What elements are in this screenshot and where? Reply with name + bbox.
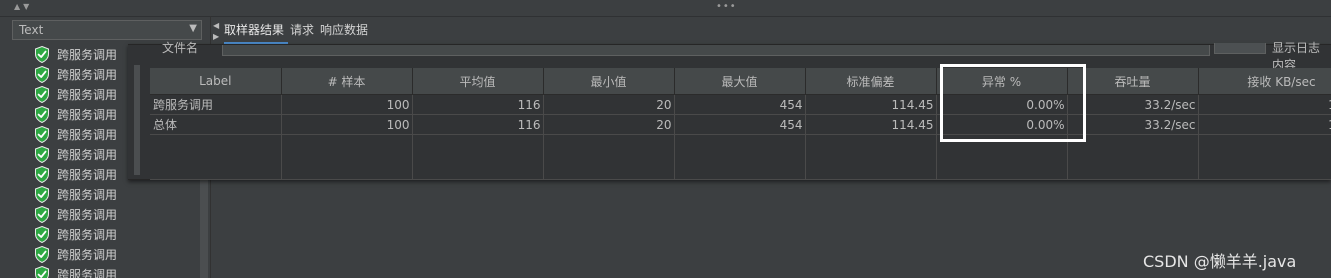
- column-header-label[interactable]: Label: [150, 68, 282, 95]
- tab-response-data[interactable]: 响应数据: [320, 19, 372, 42]
- shield-check-icon: [35, 65, 49, 83]
- tree-scrollbar[interactable]: [200, 176, 208, 278]
- tree-item[interactable]: 跨服务调用: [34, 244, 117, 264]
- renderer-select-value: Text: [19, 23, 44, 37]
- cell-label: 跨服务调用: [150, 94, 282, 115]
- table-row[interactable]: 总体 100 116 20 454 114.45 0.00% 33.2/sec …: [150, 114, 1331, 135]
- cell-average: 116: [412, 94, 544, 115]
- cell-std-dev: 114.45: [805, 94, 937, 115]
- panel-scrollbar[interactable]: [134, 65, 140, 175]
- cell-max: 454: [674, 114, 806, 135]
- tree-item[interactable]: 跨服务调用: [34, 224, 117, 244]
- shield-check-icon: [35, 205, 49, 223]
- shield-check-icon: [35, 165, 49, 183]
- cell-throughput: 33.2/sec: [1067, 114, 1199, 135]
- file-bar: 文件名 显示日志内容: [142, 41, 1331, 72]
- table-row[interactable]: 跨服务调用 100 116 20 454 114.45 0.00% 33.2/s…: [150, 94, 1331, 115]
- cell-min: 20: [543, 94, 675, 115]
- cell-throughput: 33.2/sec: [1067, 94, 1199, 115]
- tree-item[interactable]: 跨服务调用: [34, 84, 117, 104]
- column-header-samples[interactable]: # 样本: [281, 68, 413, 95]
- file-name-label: 文件名: [162, 41, 199, 55]
- tree-item[interactable]: 跨服务调用: [34, 104, 117, 124]
- table-header-row: Label # 样本 平均值 最小值 最大值 标准偏差 异常 % 吞吐量 接收 …: [150, 68, 1331, 95]
- column-header-received-kb[interactable]: 接收 KB/sec: [1198, 68, 1331, 95]
- shield-check-icon: [35, 245, 49, 263]
- tree-item-label: 跨服务调用: [57, 107, 118, 122]
- table-empty-row: [150, 134, 1331, 180]
- tree-item[interactable]: 跨服务调用: [34, 124, 117, 144]
- column-header-max[interactable]: 最大值: [674, 68, 806, 95]
- shield-check-icon: [35, 265, 49, 278]
- split-collapse-arrows-icon[interactable]: ◀ ▶: [213, 20, 219, 42]
- collapse-arrows-icon[interactable]: ▲▼: [14, 2, 32, 11]
- shield-check-icon: [35, 85, 49, 103]
- shield-check-icon: [35, 45, 49, 63]
- shield-check-icon: [35, 225, 49, 243]
- tree-item-label: 跨服务调用: [57, 87, 118, 102]
- cell-samples: 100: [281, 114, 413, 135]
- tree-item-label: 跨服务调用: [57, 247, 118, 262]
- tree-item[interactable]: 跨服务调用: [34, 264, 117, 278]
- file-name-input[interactable]: [222, 45, 1210, 56]
- cell-average: 116: [412, 114, 544, 135]
- column-header-min[interactable]: 最小值: [543, 68, 675, 95]
- tree-item-label: 跨服务调用: [57, 67, 118, 82]
- column-header-std-dev[interactable]: 标准偏差: [805, 68, 937, 95]
- cell-label: 总体: [150, 114, 282, 135]
- tab-sampler-result[interactable]: 取样器结果: [224, 19, 289, 45]
- cell-max: 454: [674, 94, 806, 115]
- tree-item-label: 跨服务调用: [57, 207, 118, 222]
- result-tabs: 取样器结果 请求 响应数据: [224, 19, 374, 45]
- shield-check-icon: [35, 185, 49, 203]
- shield-check-icon: [35, 125, 49, 143]
- aggregate-table: Label # 样本 平均值 最小值 最大值 标准偏差 异常 % 吞吐量 接收 …: [150, 68, 1331, 180]
- tree-item-label: 跨服务调用: [57, 227, 118, 242]
- cell-std-dev: 114.45: [805, 114, 937, 135]
- column-header-average[interactable]: 平均值: [412, 68, 544, 95]
- cell-min: 20: [543, 114, 675, 135]
- tree-item-label: 跨服务调用: [57, 47, 118, 62]
- top-splitter-bar: ▲▼ •••: [0, 0, 1331, 17]
- tree-item-label: 跨服务调用: [57, 167, 118, 182]
- tree-item[interactable]: 跨服务调用: [34, 164, 117, 184]
- cell-received-kb: 10.01: [1198, 94, 1331, 115]
- csdn-watermark: CSDN @懒羊羊.java: [1143, 252, 1297, 271]
- tab-request[interactable]: 请求: [290, 19, 318, 42]
- tree-item[interactable]: 跨服务调用: [34, 144, 117, 164]
- shield-check-icon: [35, 145, 49, 163]
- splitter-grip-icon[interactable]: •••: [716, 1, 737, 12]
- renderer-select[interactable]: Text ▼: [12, 20, 202, 40]
- shield-check-icon: [35, 105, 49, 123]
- column-header-throughput[interactable]: 吞吐量: [1067, 68, 1199, 95]
- tree-item[interactable]: 跨服务调用: [34, 64, 117, 84]
- aggregate-report-panel: 文件名 显示日志内容 Label # 样本 平均值 最小值 最大值 标准偏差 异…: [128, 41, 1331, 180]
- tree-item[interactable]: 跨服务调用: [34, 184, 117, 204]
- cell-received-kb: 10.01: [1198, 114, 1331, 135]
- tree-item-label: 跨服务调用: [57, 147, 118, 162]
- tree-item-label: 跨服务调用: [57, 127, 118, 142]
- error-column-highlight-box: [940, 64, 1086, 142]
- chevron-down-icon: ▼: [189, 23, 197, 34]
- browse-button[interactable]: [1214, 43, 1266, 54]
- tree-item-label: 跨服务调用: [57, 267, 118, 278]
- cell-samples: 100: [281, 94, 413, 115]
- tree-item[interactable]: 跨服务调用: [34, 44, 117, 64]
- tree-item-label: 跨服务调用: [57, 187, 118, 202]
- tree-item[interactable]: 跨服务调用: [34, 204, 117, 224]
